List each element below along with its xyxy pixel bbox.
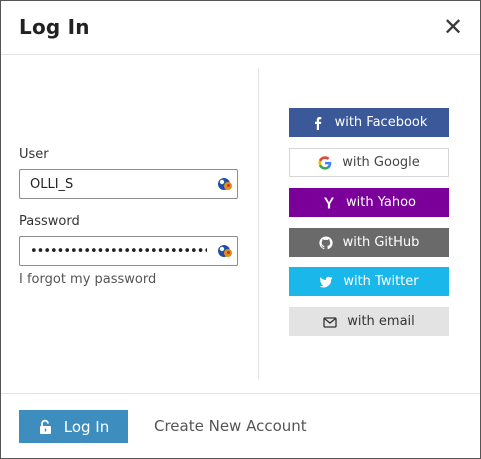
- password-label: Password: [19, 214, 80, 229]
- twitter-login-label: with Twitter: [343, 274, 419, 289]
- facebook-icon: [311, 116, 325, 130]
- yahoo-login-button[interactable]: with Yahoo: [289, 188, 449, 217]
- password-input[interactable]: [19, 236, 238, 266]
- close-icon[interactable]: ✕: [441, 15, 465, 39]
- twitter-icon: [319, 275, 333, 289]
- google-icon: [318, 155, 332, 170]
- dialog-body: User Password I forgot my password: [1, 56, 480, 393]
- google-login-label: with Google: [342, 155, 420, 170]
- github-icon: [318, 235, 333, 250]
- password-manager-icon[interactable]: [217, 243, 233, 259]
- yahoo-icon: [322, 196, 336, 210]
- github-login-label: with GitHub: [342, 235, 420, 250]
- login-button-label: Log In: [63, 417, 110, 436]
- vertical-divider: [258, 68, 259, 379]
- google-login-button[interactable]: with Google: [289, 148, 449, 177]
- user-input[interactable]: [19, 169, 238, 199]
- dialog-title: Log In: [19, 15, 90, 39]
- twitter-login-button[interactable]: with Twitter: [289, 267, 449, 296]
- facebook-login-button[interactable]: with Facebook: [289, 108, 449, 137]
- yahoo-login-label: with Yahoo: [346, 195, 416, 210]
- email-login-label: with email: [347, 314, 415, 329]
- login-dialog: Log In ✕ User Password I forgot my passw: [0, 0, 481, 459]
- login-button[interactable]: Log In: [19, 410, 128, 443]
- dialog-header: Log In ✕: [1, 1, 480, 55]
- unlock-icon: [38, 419, 54, 435]
- facebook-login-label: with Facebook: [334, 115, 428, 130]
- envelope-icon: [323, 315, 337, 329]
- forgot-password-link[interactable]: I forgot my password: [19, 272, 156, 287]
- create-account-link[interactable]: Create New Account: [154, 417, 307, 435]
- email-login-button[interactable]: with email: [289, 307, 449, 336]
- dialog-footer: Log In Create New Account: [1, 393, 480, 458]
- password-manager-icon[interactable]: [217, 176, 233, 192]
- github-login-button[interactable]: with GitHub: [289, 228, 449, 257]
- user-label: User: [19, 147, 49, 162]
